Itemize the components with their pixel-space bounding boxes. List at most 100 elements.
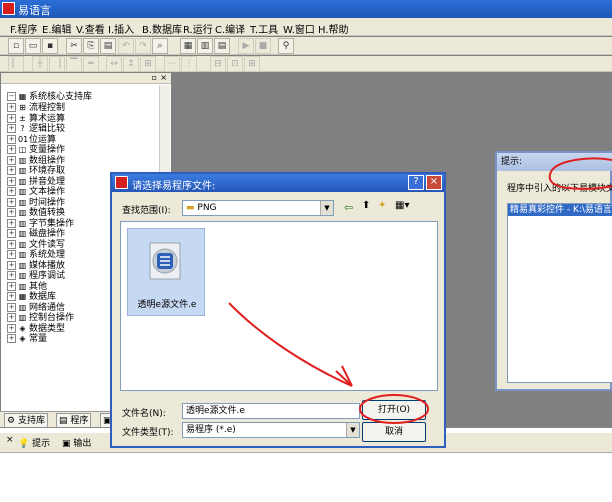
- expand-icon[interactable]: +: [7, 155, 16, 165]
- expand-icon[interactable]: +: [7, 260, 16, 270]
- view-menu-icon[interactable]: ▦▾: [395, 200, 409, 211]
- center-h-icon[interactable]: ⊟: [210, 56, 226, 72]
- align-left-icon[interactable]: ▏: [8, 56, 24, 72]
- space-v-icon[interactable]: ⋮: [181, 56, 197, 72]
- filetype-select[interactable]: 易程序 (*.e) ▼: [182, 422, 360, 438]
- expand-icon[interactable]: +: [7, 218, 16, 228]
- align-center-icon[interactable]: ┼: [32, 56, 48, 72]
- new-file-icon[interactable]: ▫: [8, 38, 24, 54]
- open-file-icon[interactable]: ▭: [25, 38, 41, 54]
- menu-database[interactable]: B.数据库: [142, 21, 182, 36]
- layout-1-icon[interactable]: ▦: [180, 38, 196, 54]
- copy-icon[interactable]: ⎘: [83, 38, 99, 54]
- hint-module-list[interactable]: 精易真彩控件 - K:\易语言: [507, 203, 612, 383]
- redo-icon[interactable]: ↷: [135, 38, 151, 54]
- paste-icon[interactable]: ▤: [100, 38, 116, 54]
- hint-module-item[interactable]: 精易真彩控件 - K:\易语言: [508, 204, 612, 216]
- tree-item[interactable]: + ▥ 控制台操作: [7, 313, 74, 323]
- menu-edit[interactable]: E.编辑: [42, 21, 72, 36]
- align-middle-icon[interactable]: ═: [83, 56, 99, 72]
- tree-item[interactable]: + ▥ 其他: [7, 281, 47, 292]
- expand-icon[interactable]: +: [7, 145, 16, 154]
- expand-icon[interactable]: +: [7, 334, 16, 343]
- expand-icon[interactable]: +: [7, 281, 16, 291]
- tree-item[interactable]: + ◈ 常量: [7, 334, 47, 344]
- menu-window[interactable]: W.窗口: [283, 21, 315, 36]
- binoculars-icon[interactable]: ⚲: [278, 38, 294, 54]
- tree-item[interactable]: + ▥ 字节集操作: [7, 218, 74, 229]
- expand-icon[interactable]: +: [7, 103, 16, 112]
- expand-icon[interactable]: +: [7, 229, 16, 238]
- tree-item[interactable]: + ◫ 变量操作: [7, 145, 65, 155]
- dialog-close-button[interactable]: ×: [426, 175, 442, 190]
- expand-icon[interactable]: +: [7, 271, 16, 280]
- expand-icon[interactable]: +: [7, 176, 16, 186]
- expand-icon[interactable]: +: [7, 187, 16, 196]
- look-in-select[interactable]: ▬ PNG ▼: [182, 200, 334, 216]
- same-size-icon[interactable]: ⊞: [140, 56, 156, 72]
- menu-compile[interactable]: C.编译: [215, 21, 245, 36]
- find-icon[interactable]: ⌕: [152, 38, 168, 54]
- expand-icon[interactable]: +: [7, 250, 16, 259]
- new-folder-icon[interactable]: ✦: [378, 200, 386, 211]
- filename-input[interactable]: 透明e源文件.e: [182, 403, 360, 419]
- align-right-icon[interactable]: ▕: [49, 56, 65, 72]
- tree-item[interactable]: + ▦ 数据库: [7, 292, 56, 302]
- menu-help[interactable]: H.帮助: [318, 21, 349, 36]
- align-top-icon[interactable]: ▔: [66, 56, 82, 72]
- tree-item[interactable]: + ▥ 系统处理: [7, 250, 65, 260]
- tree-item[interactable]: +01位运算: [7, 134, 56, 145]
- file-item[interactable]: 透明e源文件.e: [127, 228, 205, 316]
- expand-icon[interactable]: +: [7, 134, 16, 144]
- save-icon[interactable]: ▪: [42, 38, 58, 54]
- center-v-icon[interactable]: ⊡: [227, 56, 243, 72]
- same-width-icon[interactable]: ↔: [106, 56, 122, 72]
- up-folder-icon[interactable]: ⬆: [362, 200, 370, 211]
- tree-item[interactable]: + ▥ 拼音处理: [7, 176, 65, 187]
- tab-output[interactable]: ▣ 输出: [62, 436, 91, 449]
- open-button[interactable]: 打开(O): [362, 400, 426, 420]
- tree-item[interactable]: + ▥ 程序调试: [7, 271, 65, 281]
- tree-item[interactable]: + ▥ 网络通信: [7, 302, 65, 313]
- tree-item[interactable]: + ▥ 媒体播放: [7, 260, 65, 271]
- cut-icon[interactable]: ✂: [66, 38, 82, 54]
- expand-icon[interactable]: +: [7, 124, 16, 133]
- tree-item[interactable]: +? 逻辑比较: [7, 124, 65, 134]
- expand-icon[interactable]: +: [7, 239, 16, 249]
- back-icon[interactable]: ⇦: [344, 201, 353, 214]
- expand-icon[interactable]: +: [7, 113, 16, 123]
- menu-insert[interactable]: I.插入: [108, 21, 134, 36]
- expand-icon[interactable]: +: [7, 302, 16, 312]
- tree-root[interactable]: − ▦ 系统核心支持库: [7, 92, 92, 102]
- tree-item[interactable]: + ▥ 文件读写: [7, 239, 65, 250]
- layout-3-icon[interactable]: ▤: [214, 38, 230, 54]
- expand-icon[interactable]: +: [7, 197, 16, 207]
- tree-item[interactable]: + ▥ 文本操作: [7, 187, 65, 197]
- run-icon[interactable]: ▶: [238, 38, 254, 54]
- expand-icon[interactable]: +: [7, 292, 16, 301]
- tree-item[interactable]: + ▥ 环境存取: [7, 166, 65, 176]
- menu-view[interactable]: V.查看: [76, 21, 105, 36]
- tree-item[interactable]: + ▥ 数值转换: [7, 208, 65, 218]
- tab-hint[interactable]: 💡 提示: [18, 436, 50, 449]
- tree-item[interactable]: + ± 算术运算: [7, 113, 65, 124]
- grid-icon[interactable]: ⊞: [244, 56, 260, 72]
- file-list[interactable]: 透明e源文件.e: [120, 221, 438, 391]
- close-bottom-icon[interactable]: ×: [6, 435, 14, 445]
- cancel-button[interactable]: 取消: [362, 422, 426, 442]
- undo-icon[interactable]: ↶: [118, 38, 134, 54]
- menu-program[interactable]: F.程序: [10, 21, 37, 36]
- tree-item[interactable]: + ⊞ 流程控制: [7, 103, 65, 113]
- expand-icon[interactable]: +: [7, 323, 16, 333]
- expand-icon[interactable]: +: [7, 166, 16, 175]
- tree-item[interactable]: + ◈ 数据类型: [7, 323, 65, 334]
- menu-tools[interactable]: T.工具: [250, 21, 278, 36]
- expand-icon[interactable]: +: [7, 313, 16, 322]
- help-button[interactable]: ?: [408, 175, 424, 190]
- tree-item[interactable]: + ▥ 时间操作: [7, 197, 65, 208]
- tree-item[interactable]: + ▥ 磁盘操作: [7, 229, 65, 239]
- menu-run[interactable]: R.运行: [183, 21, 213, 36]
- same-height-icon[interactable]: ↕: [123, 56, 139, 72]
- panel-close-icon[interactable]: ×: [160, 73, 167, 82]
- expand-icon[interactable]: +: [7, 208, 16, 217]
